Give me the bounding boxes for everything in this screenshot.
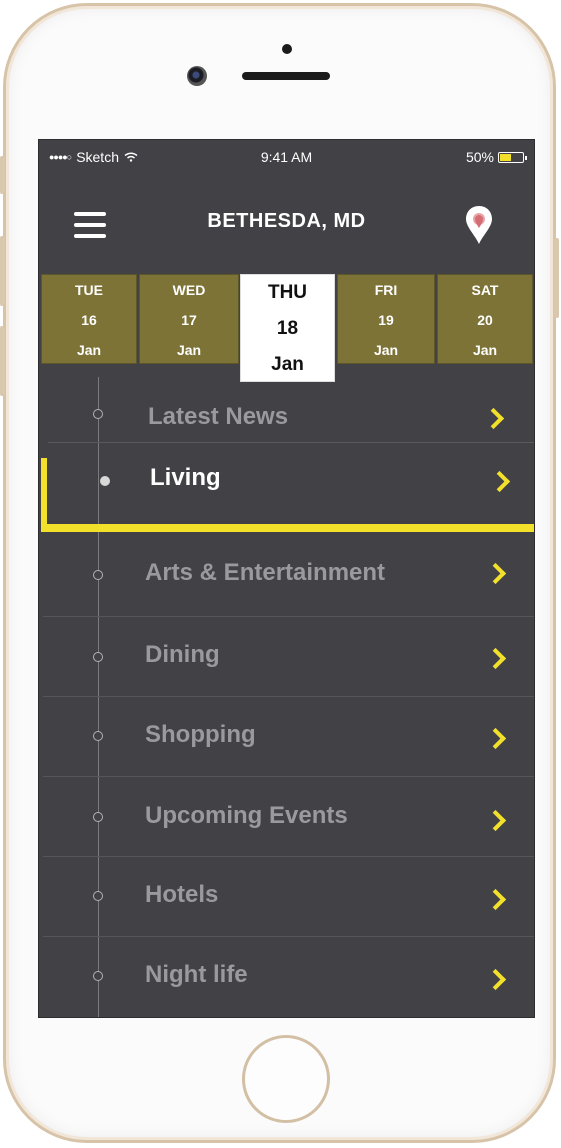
date-number: 19 <box>378 312 394 328</box>
date-number: 18 <box>276 318 299 339</box>
timeline-dot <box>93 409 103 419</box>
battery-icon <box>498 151 527 163</box>
selected-item-box <box>48 442 534 519</box>
app-header: BETHESDA, MD <box>39 174 534 274</box>
date-day: THU <box>267 282 308 303</box>
menu-item-arts-entertainment[interactable]: Arts & Entertainment <box>39 536 534 616</box>
date-wed-17[interactable]: WED 17 Jan <box>139 274 239 364</box>
menu-item-living-selected[interactable]: Living <box>39 442 534 532</box>
date-day: SAT <box>471 282 499 298</box>
sensor <box>282 44 292 54</box>
date-number: 16 <box>81 312 97 328</box>
date-number: 17 <box>181 312 197 328</box>
menu-label: Upcoming Events <box>145 802 348 829</box>
timeline-dot <box>93 971 103 981</box>
menu-item-shopping[interactable]: Shopping <box>39 697 534 777</box>
status-bar: ●●●●○ Sketch 9:41 AM 50% <box>39 140 534 174</box>
date-tue-16[interactable]: TUE 16 Jan <box>41 274 137 364</box>
app-screen: ●●●●○ Sketch 9:41 AM 50% BETHESDA, MD TU… <box>38 139 535 1018</box>
phone-frame: ●●●●○ Sketch 9:41 AM 50% BETHESDA, MD TU… <box>0 3 559 1143</box>
menu-label: Living <box>150 464 221 491</box>
date-thu-18-selected[interactable]: THU 18 Jan <box>240 274 335 382</box>
date-number: 20 <box>477 312 493 328</box>
menu-label: Shopping <box>145 721 256 748</box>
chevron-right-icon <box>482 407 505 430</box>
date-selector: TUE 16 Jan WED 17 Jan THU 18 Jan FRI 19 … <box>39 274 534 382</box>
chevron-right-icon <box>484 562 507 585</box>
earpiece-speaker <box>242 72 330 80</box>
timeline-dot <box>93 812 103 822</box>
menu-label: Latest News <box>148 403 289 430</box>
chevron-right-icon <box>484 888 507 911</box>
timeline-dot-active <box>100 476 110 486</box>
menu-item-hotels[interactable]: Hotels <box>39 857 534 937</box>
timeline-dot <box>93 891 103 901</box>
power-button <box>554 238 559 318</box>
menu-item-dining[interactable]: Dining <box>39 617 534 697</box>
timeline-dot <box>93 570 103 580</box>
mute-switch <box>0 156 5 194</box>
date-sat-20[interactable]: SAT 20 Jan <box>437 274 533 364</box>
timeline-dot <box>93 652 103 662</box>
status-right: 50% <box>465 149 527 165</box>
chevron-right-icon <box>484 727 507 750</box>
date-month: Jan <box>373 342 399 358</box>
chevron-right-icon <box>484 968 507 991</box>
menu-label: Arts & Entertainment <box>145 559 386 586</box>
menu-label: Hotels <box>145 881 219 908</box>
date-month: Jan <box>472 342 498 358</box>
battery-percentage: 50% <box>465 149 494 165</box>
volume-down-button <box>0 326 5 396</box>
date-day: FRI <box>374 282 398 298</box>
selection-underline <box>41 524 534 532</box>
menu-label: Night life <box>145 961 248 988</box>
timeline-dot <box>93 731 103 741</box>
location-pin-icon[interactable] <box>464 204 494 246</box>
selection-bar <box>41 458 47 532</box>
status-time: 9:41 AM <box>260 149 313 165</box>
date-fri-19[interactable]: FRI 19 Jan <box>337 274 435 364</box>
chevron-right-icon <box>484 647 507 670</box>
battery-level-fill <box>500 153 511 161</box>
volume-up-button <box>0 236 5 306</box>
date-day: TUE <box>75 282 103 298</box>
date-month: Jan <box>176 342 202 358</box>
menu-item-night-life[interactable]: Night life <box>39 937 534 1017</box>
front-camera <box>187 66 207 86</box>
chevron-right-icon <box>484 809 507 832</box>
home-button[interactable] <box>242 1035 330 1123</box>
date-month: Jan <box>76 342 102 358</box>
menu-item-upcoming-events[interactable]: Upcoming Events <box>39 777 534 857</box>
city-title: BETHESDA, MD <box>207 210 366 232</box>
menu-label: Dining <box>145 641 220 668</box>
date-day: WED <box>172 282 206 298</box>
